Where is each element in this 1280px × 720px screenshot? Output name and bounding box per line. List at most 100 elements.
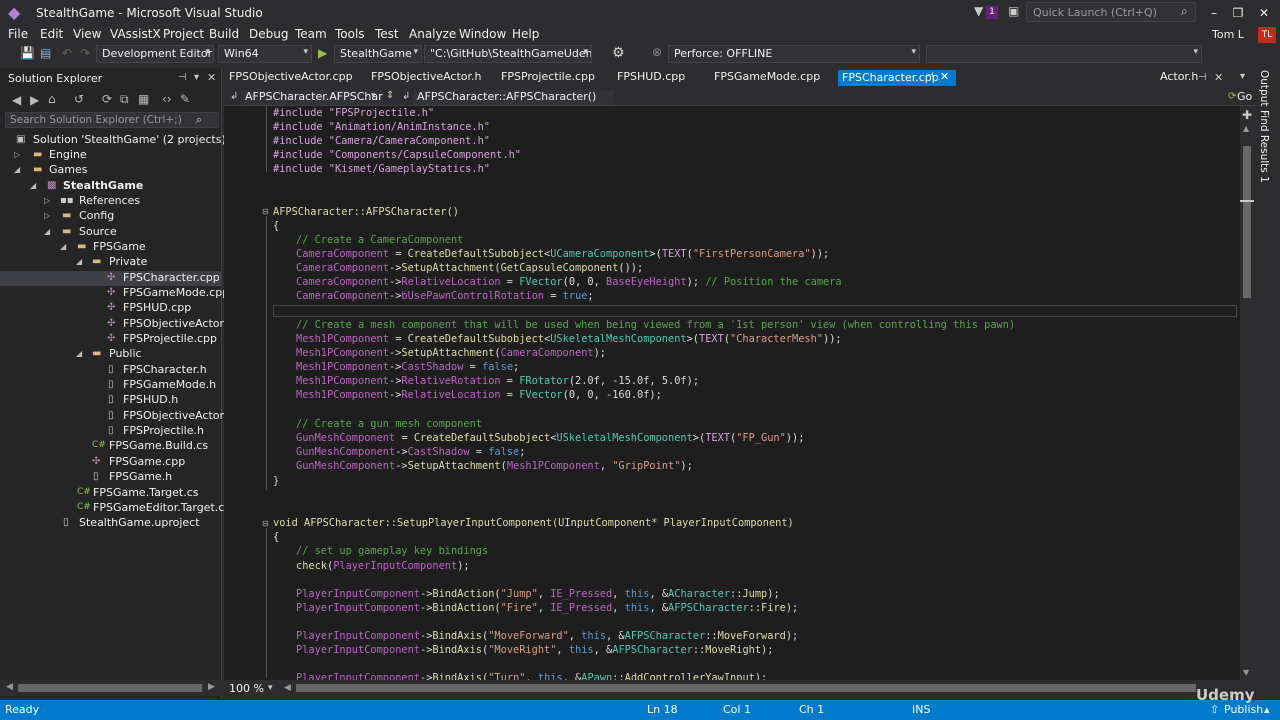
close-tab-icon[interactable]: ✕	[1214, 71, 1223, 84]
offline-icon[interactable]: ⊗	[652, 45, 662, 59]
collapse-arrow-icon[interactable]: ◢	[76, 257, 86, 266]
close-panel-icon[interactable]: ✕	[207, 71, 216, 84]
tab-fpshud-cpp[interactable]: FPSHUD.cpp	[617, 70, 685, 86]
tree-item[interactable]: ▯ StealthGame.uproject	[0, 516, 222, 531]
split-editor-icon[interactable]: ✚	[1242, 108, 1252, 122]
search-icon[interactable]: ⌕	[1181, 4, 1188, 19]
history-icon[interactable]: ↺	[74, 92, 84, 106]
menu-test[interactable]: Test	[375, 27, 399, 41]
close-tab-icon[interactable]: ✕	[940, 70, 949, 83]
tree-item[interactable]: ✣ FPSObjectiveActor.cpp	[0, 317, 247, 332]
menu-edit[interactable]: Edit	[40, 27, 63, 41]
tab-fpsobjectiveactor-h[interactable]: FPSObjectiveActor.h	[371, 70, 482, 86]
gear-icon[interactable]: ⚙	[612, 45, 625, 61]
avatar[interactable]: TL	[1258, 27, 1276, 43]
scroll-left-icon[interactable]: ◀	[6, 682, 13, 692]
go-button[interactable]: Go	[1237, 90, 1252, 103]
redo-icon[interactable]: ↷	[80, 46, 90, 60]
forward-icon[interactable]: ▶	[30, 93, 39, 107]
tree-item[interactable]: ✣ FPSProjectile.cpp	[0, 332, 222, 347]
tree-item[interactable]: ◢ ▬ Games	[0, 163, 222, 178]
editor-hscroll-thumb[interactable]	[296, 684, 1196, 692]
menu-analyze[interactable]: Analyze	[409, 27, 456, 41]
quick-launch-input[interactable]: Quick Launch (Ctrl+Q)	[1026, 2, 1196, 22]
tree-item[interactable]: ✣ FPSGameMode.cpp	[0, 286, 229, 301]
view-code-icon[interactable]: ‹›	[162, 92, 172, 106]
tree-item[interactable]: ▷ ▬ Config	[0, 209, 222, 224]
tree-item[interactable]: ▷ ▬ Engine	[0, 148, 222, 163]
tab-fpsgamemode-cpp[interactable]: FPSGameMode.cpp	[714, 70, 820, 86]
tree-item[interactable]: ▯ FPSCharacter.h	[0, 363, 222, 378]
pin-icon[interactable]: ⊣	[178, 72, 187, 83]
user-name[interactable]: Tom L	[1212, 28, 1244, 41]
save-all-icon[interactable]: ▤	[40, 46, 51, 60]
scroll-down-icon[interactable]: ▼	[1243, 668, 1249, 677]
tab-fpscharacter-cpp-active[interactable]: FPSCharacter.cpp ⊣ ✕	[838, 70, 956, 86]
minimize-button[interactable]: –	[1202, 3, 1226, 23]
collapse-region-icon[interactable]: ⊟	[262, 519, 269, 528]
undo-icon[interactable]: ↶	[62, 46, 72, 60]
scroll-left-icon[interactable]: ◀	[284, 683, 291, 693]
configuration-dropdown[interactable]: Development Editor ▾	[96, 45, 214, 63]
expand-arrow-icon[interactable]: ▷	[44, 211, 54, 220]
collapse-arrow-icon[interactable]: ◢	[14, 165, 24, 174]
startup-project-dropdown[interactable]: StealthGame ▾	[334, 45, 422, 63]
tab-fpsobjectiveactor-cpp[interactable]: FPSObjectiveActor.cpp	[229, 70, 353, 86]
collapse-arrow-icon[interactable]: ◢	[30, 181, 40, 190]
scroll-up-icon[interactable]: ▲	[1243, 124, 1249, 133]
tree-item[interactable]: ▯ FPSGameMode.h	[0, 378, 222, 393]
publish-button[interactable]: Publish	[1224, 703, 1263, 716]
menu-team[interactable]: Team	[295, 27, 327, 41]
save-icon[interactable]: 💾	[20, 46, 35, 60]
find-combo[interactable]: ▾	[926, 45, 1202, 63]
expand-arrow-icon[interactable]: ▷	[14, 150, 24, 159]
member-dropdown[interactable]: AFPSCharacter::AFPSCharacter()	[413, 90, 613, 105]
pin-icon[interactable]: ⊣	[926, 71, 934, 81]
chevron-down-icon[interactable]: ▾	[268, 683, 273, 693]
tree-item[interactable]: ▯ FPSHUD.h	[0, 393, 222, 408]
menu-build[interactable]: Build	[209, 27, 239, 41]
collapse-arrow-icon[interactable]: ◢	[76, 349, 86, 358]
menu-help[interactable]: Help	[512, 27, 539, 41]
home-icon[interactable]: ⌂	[48, 92, 56, 106]
menu-project[interactable]: Project	[163, 27, 204, 41]
scroll-icon[interactable]: ⇕	[386, 90, 394, 101]
zoom-level[interactable]: 100 %	[229, 682, 264, 695]
close-button[interactable]: ✕	[1252, 3, 1276, 23]
tree-item[interactable]: ▣ Solution 'StealthGame' (2 projects)	[0, 133, 226, 148]
restore-button[interactable]: ❐	[1226, 3, 1250, 23]
collapse-all-icon[interactable]: ⧉	[120, 92, 129, 107]
tree-item[interactable]: ◢ ▬ Source	[0, 225, 222, 240]
tree-item[interactable]: ▯ FPSObjectiveActor.h	[0, 409, 234, 424]
notification-badge[interactable]: 1	[986, 6, 998, 19]
collapse-arrow-icon[interactable]: ◢	[60, 242, 70, 251]
scroll-right-icon[interactable]: ▶	[208, 682, 215, 692]
tree-item[interactable]: ◢ ▬ Private	[0, 255, 222, 270]
command-args-dropdown[interactable]: "C:\GitHub\StealthGameUdemy\St▾	[424, 45, 592, 63]
menu-view[interactable]: View	[73, 27, 101, 41]
panel-options-icon[interactable]: ▾	[194, 72, 199, 83]
publish-icon[interactable]: ⇧	[1210, 703, 1219, 716]
filter-icon[interactable]: ▼	[974, 4, 983, 18]
output-side-tab[interactable]: Output	[1258, 70, 1270, 106]
collapse-arrow-icon[interactable]: ◢	[44, 227, 54, 236]
tree-item[interactable]: ◢ ▩ StealthGame	[0, 179, 222, 194]
chevron-down-icon[interactable]: ▾	[371, 91, 376, 101]
properties-wrench-icon[interactable]: ✎	[180, 92, 190, 106]
tab-fpsprojectile-cpp[interactable]: FPSProjectile.cpp	[501, 70, 595, 86]
feedback-icon[interactable]: ▣	[1008, 4, 1019, 18]
find-results-side-tab[interactable]: Find Results 1	[1258, 110, 1270, 183]
perforce-dropdown[interactable]: Perforce: OFFLINE ▾	[668, 45, 920, 63]
tree-item[interactable]: ▯ FPSGame.h	[0, 470, 222, 485]
editor-vscroll-thumb[interactable]	[1243, 146, 1251, 298]
show-all-files-icon[interactable]: ▦	[138, 92, 149, 106]
scope-dropdown[interactable]: AFPSCharacter.AFPSCharact	[241, 90, 383, 105]
menu-window[interactable]: Window	[459, 27, 506, 41]
menu-file[interactable]: File	[8, 27, 28, 41]
tab-overflow-icon[interactable]: ▾	[1240, 71, 1245, 82]
tree-item[interactable]: ▷ ▪▪ References	[0, 194, 222, 209]
tree-item[interactable]: ✣ FPSGame.cpp	[0, 455, 222, 470]
start-icon[interactable]: ▶	[318, 46, 327, 60]
tree-item[interactable]: ▯ FPSProjectile.h	[0, 424, 222, 439]
tree-item[interactable]: C# FPSGameEditor.Target.cs	[0, 501, 230, 516]
